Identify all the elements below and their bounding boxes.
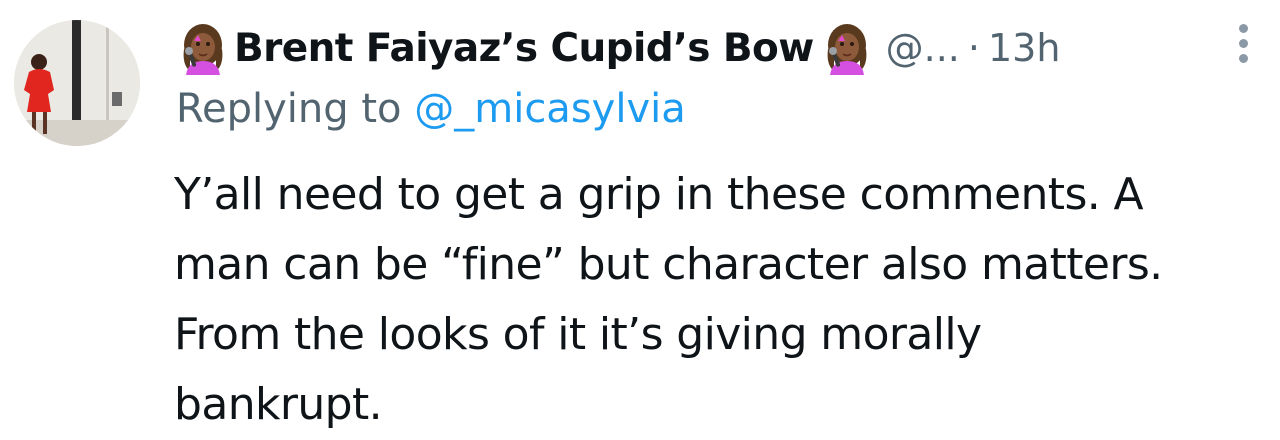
more-vertical-icon[interactable] (1236, 24, 1250, 70)
replying-to-label: Replying to (176, 86, 402, 132)
replying-to: Replying to @_micasylvia (176, 86, 686, 132)
display-name[interactable]: Brent Faiyaz’s Cupid’s Bow (234, 26, 814, 71)
user-handle[interactable]: @... (886, 26, 960, 70)
timestamp[interactable]: 13h (988, 26, 1060, 70)
tweet-text-line: man can be “fine” but character also mat… (174, 239, 1163, 290)
tweet[interactable]: Brent Faiyaz’s Cupid’s Bow @... · 13h Re… (0, 0, 1280, 430)
separator-dot: · (967, 26, 980, 70)
woman-singer-icon (176, 21, 230, 75)
tweet-header: Brent Faiyaz’s Cupid’s Bow @... · 13h (176, 18, 1266, 78)
tweet-text: Y’all need to get a grip in these commen… (174, 160, 1264, 440)
tweet-text-line: bankrupt. (174, 379, 383, 430)
avatar[interactable] (14, 20, 140, 146)
tweet-text-line: Y’all need to get a grip in these commen… (174, 169, 1144, 220)
reply-handle-link[interactable]: @_micasylvia (414, 86, 686, 132)
woman-singer-icon (820, 21, 874, 75)
tweet-text-line: From the looks of it it’s giving morally (174, 309, 982, 360)
